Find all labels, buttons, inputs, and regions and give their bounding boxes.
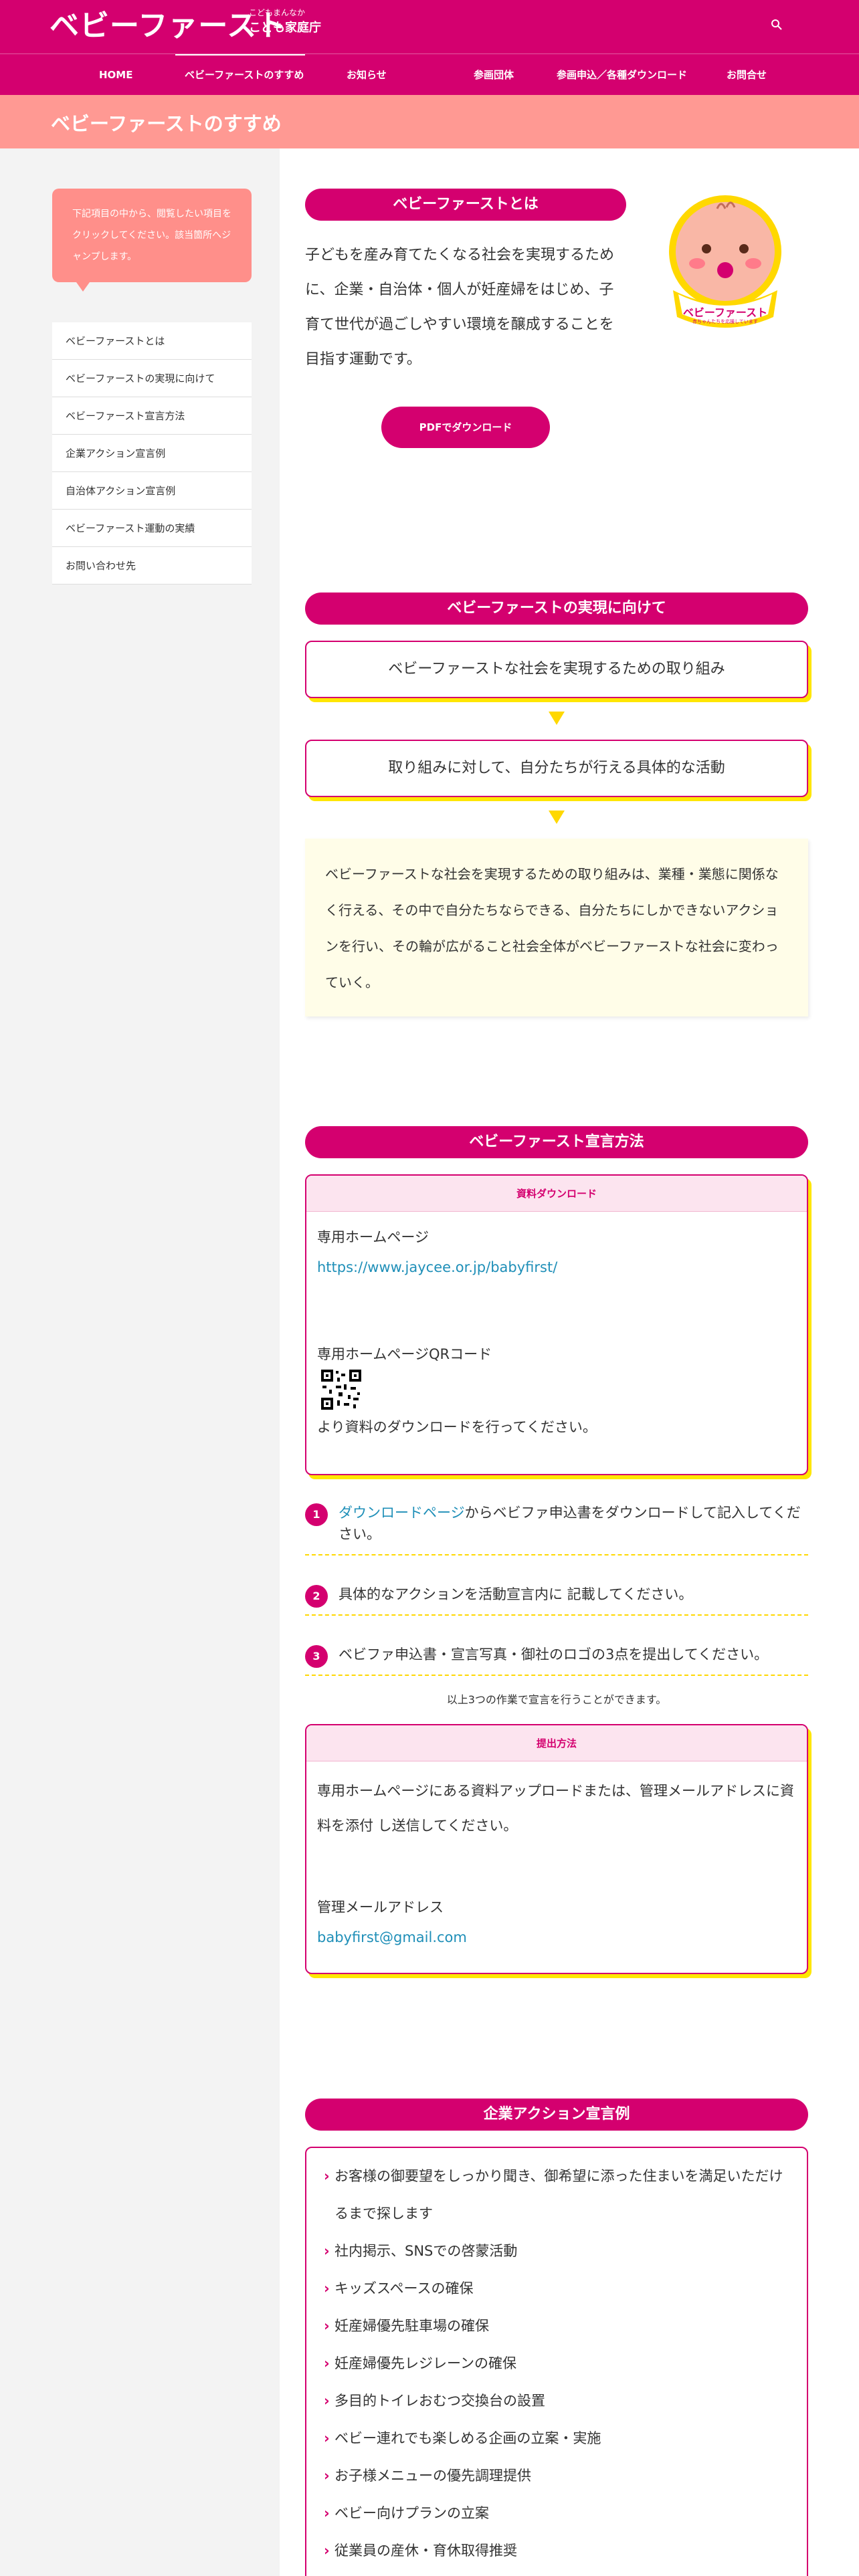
about-text: 子どもを産み育てたくなる社会を実現するために、企業・自治体・個人が妊産婦をはじめ… — [305, 247, 615, 368]
list-item: お客様の御要望をしっかり聞き、御希望に添った住まいを満足いただけるまで探します — [324, 2157, 789, 2232]
sidebar-note: 下記項目の中から、閲覧したい項目をクリックしてください。該当箇所へジャンプします… — [52, 189, 252, 292]
realize-description: ベビーファーストな社会を実現するための取り組みは、業種・業態に関係なく行える、そ… — [305, 839, 808, 1016]
list-item: 妊産婦優先レジレーンの確保 — [324, 2345, 789, 2382]
page-title-bar: ベビーファーストのすすめ — [0, 95, 859, 148]
site-header: ベビーファースト こどもまんなか こども家庭庁 — [0, 0, 859, 53]
nav-members[interactable]: 参画団体 — [474, 54, 514, 96]
realize-box-1: ベビーファーストな社会を実現するための取り組み — [305, 641, 808, 698]
baby-mascot: ベビーファースト 赤ちゃんたちを応援しています — [660, 190, 791, 344]
download-box-title: 資料ダウンロード — [306, 1176, 807, 1212]
step-3: 3 ベビファ申込書・宣言写真・御社のロゴの3点を提出してください。 — [305, 1644, 808, 1676]
sidebar-item-results[interactable]: ベビーファースト運動の実績 — [52, 510, 252, 547]
sidebar-menu: ベビーファーストとは ベビーファーストの実現に向けて ベビーファースト宣言方法 … — [52, 322, 252, 584]
step-number: 3 — [305, 1645, 328, 1668]
step-text: 具体的なアクションを活動宣言内に 記載してください。 — [339, 1586, 693, 1602]
sidebar-item-realize[interactable]: ベビーファーストの実現に向けて — [52, 360, 252, 397]
list-item: お子様メニューの優先調理提供 — [324, 2457, 789, 2494]
agency-logo-small: こどもまんなか — [249, 8, 306, 17]
page-title: ベビーファーストのすすめ — [51, 112, 282, 135]
qr-label: 専用ホームページQRコード — [317, 1346, 492, 1362]
step-2: 2 具体的なアクションを活動宣言内に 記載してください。 — [305, 1584, 808, 1616]
download-page-link[interactable]: ダウンロードページ — [339, 1505, 465, 1521]
hp-url-link[interactable]: https://www.jaycee.or.jp/babyfirst/ — [317, 1251, 796, 1284]
steps-note: 以上3つの作業で宣言を行うことができます。 — [446, 1693, 667, 1706]
list-item: 従業員の産休・育休取得推奨 — [324, 2532, 789, 2569]
sidebar-item-municipal[interactable]: 自治体アクション宣言例 — [52, 472, 252, 510]
mascot-label: ベビーファースト — [682, 306, 768, 319]
nav-news[interactable]: お知らせ — [347, 54, 387, 96]
sidebar-item-contact[interactable]: お問い合わせ先 — [52, 547, 252, 584]
nav-apply-download[interactable]: 参画申込／各種ダウンロード — [557, 54, 687, 96]
list-item: ベビー向けプランの立案 — [324, 2494, 789, 2532]
step-number: 2 — [305, 1585, 328, 1608]
arrow-down-icon — [549, 712, 565, 725]
realize-heading: ベビーファーストの実現に向けて — [305, 593, 808, 625]
mail-link[interactable]: babyfirst@gmail.com — [317, 1921, 796, 1954]
list-item: キッズスペースの確保 — [324, 2270, 789, 2307]
realize-box-2: 取り組みに対して、自分たちが行える具体的な活動 — [305, 740, 808, 797]
submit-box-title: 提出方法 — [306, 1725, 807, 1761]
mail-label: 管理メールアドレス — [317, 1899, 444, 1915]
nav-home[interactable]: HOME — [99, 54, 132, 96]
corporate-action-list: お客様の御要望をしっかり聞き、御希望に添った住まいを満足いただけるまで探します … — [305, 2147, 808, 2576]
submit-box: 提出方法 専用ホームページにある資料アップロードまたは、管理メールアドレスに資料… — [305, 1724, 808, 1974]
sidebar-item-declare[interactable]: ベビーファースト宣言方法 — [52, 397, 252, 435]
sidebar-item-about[interactable]: ベビーファーストとは — [52, 322, 252, 360]
download-box: 資料ダウンロード 専用ホームページ https://www.jaycee.or.… — [305, 1174, 808, 1475]
step-1: 1 ダウンロードページからベビファ申込書をダウンロードして記入してください。 — [305, 1502, 808, 1555]
step-number: 1 — [305, 1503, 328, 1526]
after-qr-text: より資料のダウンロードを行ってください。 — [317, 1419, 597, 1435]
list-item: 妊産婦優先駐車場の確保 — [324, 2307, 789, 2345]
arrow-down-icon — [549, 811, 565, 824]
list-item: 多目的トイレおむつ交換台の設置 — [324, 2382, 789, 2420]
agency-logo-big: こども家庭庁 — [249, 21, 321, 35]
nav-contact[interactable]: お問合せ — [727, 54, 767, 96]
submit-text: 専用ホームページにある資料アップロードまたは、管理メールアドレスに資料を添付 し… — [317, 1783, 794, 1834]
agency-logo: こどもまんなか こども家庭庁 — [249, 7, 321, 35]
sidebar-item-corporate[interactable]: 企業アクション宣言例 — [52, 435, 252, 472]
declare-heading: ベビーファースト宣言方法 — [305, 1126, 808, 1158]
hp-label: 専用ホームページ — [317, 1229, 429, 1245]
list-item: ベビー連れでも楽しめる企画の立案・実施 — [324, 2420, 789, 2457]
mascot-sublabel: 赤ちゃんたちを応援しています — [692, 319, 758, 324]
main-nav: HOME ベビーファーストのすすめ お知らせ 参画団体 参画申込／各種ダウンロー… — [0, 53, 859, 95]
about-heading: ベビーファーストとは — [305, 189, 626, 221]
step-text: ベビファ申込書・宣言写真・御社のロゴの3点を提出してください。 — [339, 1646, 769, 1662]
nav-recommend[interactable]: ベビーファーストのすすめ — [185, 54, 304, 96]
qr-code-icon[interactable] — [320, 1368, 363, 1411]
search-icon[interactable] — [771, 19, 784, 32]
list-item: 社内掲示、SNSでの啓蒙活動 — [324, 2232, 789, 2270]
corporate-heading: 企業アクション宣言例 — [305, 2099, 808, 2131]
pdf-download-button[interactable]: PDFでダウンロード — [381, 407, 550, 448]
